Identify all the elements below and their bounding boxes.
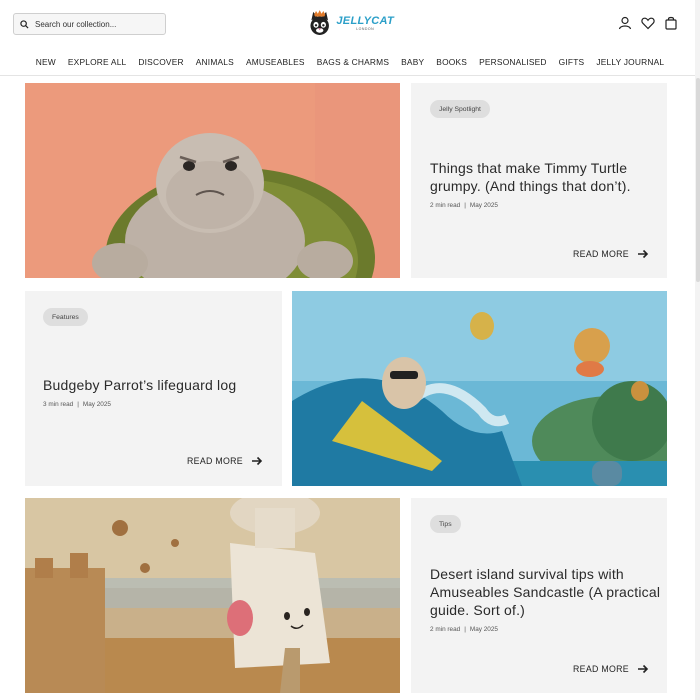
read-more-link[interactable]: READ MORE bbox=[187, 455, 263, 467]
brand-logo[interactable]: JELLYCAT LONDON bbox=[304, 8, 394, 38]
nav-item-bags-charms[interactable]: BAGS & CHARMS bbox=[317, 57, 389, 67]
publish-date: May 2025 bbox=[82, 401, 111, 408]
article-tag[interactable]: Features bbox=[43, 308, 88, 326]
meta-separator: | bbox=[464, 626, 466, 633]
sandcastle-plush-illustration bbox=[25, 498, 400, 693]
bag-icon[interactable] bbox=[664, 16, 678, 30]
nav-item-jelly-journal[interactable]: JELLY JOURNAL bbox=[596, 57, 664, 67]
article-meta: 2 min read | May 2025 bbox=[430, 626, 498, 633]
article-meta: 2 min read | May 2025 bbox=[430, 202, 498, 209]
brand-name: JELLYCAT bbox=[336, 15, 394, 27]
nav-item-discover[interactable]: DISCOVER bbox=[138, 57, 183, 67]
meta-separator: | bbox=[464, 202, 466, 209]
header-icons bbox=[618, 16, 678, 30]
article-tag[interactable]: Jelly Spotlight bbox=[430, 100, 490, 118]
brand-wordmark: JELLYCAT LONDON bbox=[336, 15, 394, 31]
nav-item-explore-all[interactable]: EXPLORE ALL bbox=[68, 57, 127, 67]
search-input[interactable]: Search our collection... bbox=[35, 20, 116, 29]
surfing-parrot-illustration bbox=[292, 291, 667, 486]
sandcastle-article-image[interactable] bbox=[25, 498, 400, 693]
article-card-sandcastle[interactable]: Tips Desert island survival tips with Am… bbox=[411, 498, 667, 693]
nav-item-new[interactable]: NEW bbox=[36, 57, 56, 67]
publish-date: May 2025 bbox=[469, 202, 498, 209]
turtle-article-image[interactable] bbox=[25, 83, 400, 278]
article-title[interactable]: Things that make Timmy Turtle grumpy. (A… bbox=[430, 159, 662, 195]
read-more-label: READ MORE bbox=[573, 249, 629, 259]
search-icon bbox=[20, 19, 29, 29]
article-card-parrot[interactable]: Features Budgeby Parrot’s lifeguard log … bbox=[25, 291, 282, 486]
read-more-link[interactable]: READ MORE bbox=[573, 248, 649, 260]
read-more-link[interactable]: READ MORE bbox=[573, 663, 649, 675]
read-time: 2 min read bbox=[430, 202, 461, 209]
nav-item-gifts[interactable]: GIFTS bbox=[559, 57, 585, 67]
brand-sub: LONDON bbox=[356, 27, 375, 31]
nav-item-personalised[interactable]: PERSONALISED bbox=[479, 57, 547, 67]
article-tag[interactable]: Tips bbox=[430, 515, 461, 533]
nav-item-animals[interactable]: ANIMALS bbox=[196, 57, 234, 67]
publish-date: May 2025 bbox=[469, 626, 498, 633]
site-header: Search our collection... JELLYCAT LONDON bbox=[0, 0, 700, 48]
nav-item-books[interactable]: BOOKS bbox=[436, 57, 467, 67]
arrow-right-icon bbox=[637, 249, 649, 259]
arrow-right-icon bbox=[637, 664, 649, 674]
nav-item-baby[interactable]: BABY bbox=[401, 57, 424, 67]
cat-logo-icon bbox=[310, 10, 329, 36]
article-card-turtle[interactable]: Jelly Spotlight Things that make Timmy T… bbox=[411, 83, 667, 278]
read-time: 2 min read bbox=[430, 626, 461, 633]
read-time: 3 min read bbox=[43, 401, 74, 408]
read-more-label: READ MORE bbox=[573, 664, 629, 674]
meta-separator: | bbox=[77, 401, 79, 408]
article-title[interactable]: Budgeby Parrot’s lifeguard log bbox=[43, 376, 273, 394]
account-icon[interactable] bbox=[618, 16, 632, 30]
arrow-right-icon bbox=[251, 456, 263, 466]
nav-item-amuseables[interactable]: AMUSEABLES bbox=[246, 57, 305, 67]
article-meta: 3 min read | May 2025 bbox=[43, 401, 111, 408]
read-more-label: READ MORE bbox=[187, 456, 243, 466]
scrollbar-thumb[interactable] bbox=[696, 78, 700, 282]
search-box[interactable]: Search our collection... bbox=[13, 13, 166, 35]
main-nav: NEW EXPLORE ALL DISCOVER ANIMALS AMUSEAB… bbox=[0, 48, 700, 76]
turtle-plush-illustration bbox=[25, 83, 400, 278]
heart-icon[interactable] bbox=[641, 16, 655, 30]
article-title[interactable]: Desert island survival tips with Amuseab… bbox=[430, 565, 662, 619]
parrot-article-image[interactable] bbox=[292, 291, 667, 486]
